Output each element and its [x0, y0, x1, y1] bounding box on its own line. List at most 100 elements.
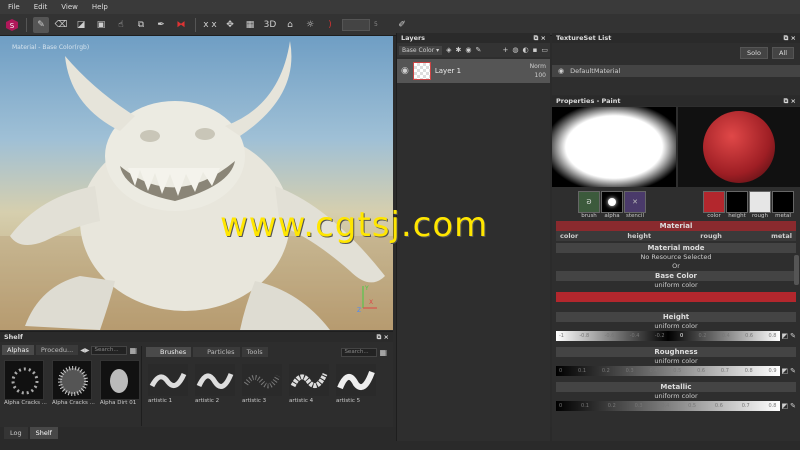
panel-float-icon[interactable]: ⧉ ×: [534, 34, 546, 43]
textureset-item[interactable]: ◉ DefaultMaterial: [552, 65, 800, 77]
tab-shelf[interactable]: Shelf: [29, 427, 58, 439]
projection-icon[interactable]: ◪: [73, 17, 89, 33]
menu-view[interactable]: View: [61, 3, 78, 11]
slider-tick: 0.2: [601, 368, 610, 374]
alpha-item[interactable]: Alpha Dirt 01: [99, 360, 140, 406]
add-mask-icon[interactable]: ◐: [523, 46, 529, 54]
metal-slot[interactable]: metal: [772, 191, 794, 219]
stencil-slot[interactable]: ✕ stencil: [624, 191, 646, 219]
brushes-search-input[interactable]: Search...: [341, 347, 378, 357]
channel-color-toggle[interactable]: color: [560, 232, 578, 240]
add-folder-icon[interactable]: ▪: [533, 46, 538, 54]
add-fill-layer-icon[interactable]: ◍: [512, 46, 518, 54]
menu-help[interactable]: Help: [92, 3, 108, 11]
polygon-fill-icon[interactable]: ▣: [93, 17, 109, 33]
brush-size-stepper[interactable]: 5: [374, 21, 390, 28]
height-swatch: [726, 191, 748, 213]
camera-icon[interactable]: ⌂: [282, 17, 298, 33]
panel-float-icon[interactable]: ⧉ ×: [377, 333, 389, 342]
alpha-item[interactable]: Alpha Cracks ...: [4, 360, 47, 406]
symmetry-icon[interactable]: ⧓: [173, 17, 189, 33]
view-3d-icon[interactable]: 3D: [262, 17, 278, 33]
mirror-x-icon[interactable]: x x: [202, 17, 218, 33]
add-layer-icon[interactable]: +: [503, 46, 509, 54]
brush-item[interactable]: artistic 2: [195, 364, 241, 404]
tab-brushes[interactable]: Brushes: [146, 347, 192, 357]
grid-view-icon[interactable]: ▦: [129, 346, 137, 355]
clone-icon[interactable]: ⧉: [133, 17, 149, 33]
grid-view-icon[interactable]: ▦: [379, 348, 387, 357]
pen-settings-icon[interactable]: ✐: [394, 17, 410, 33]
color-picker-icon[interactable]: ✒: [153, 17, 169, 33]
color-slot[interactable]: color: [703, 191, 725, 219]
slider-tick: 0.6: [714, 403, 723, 409]
layer-name[interactable]: Layer 1: [435, 67, 526, 75]
tab-particles[interactable]: Particles: [193, 347, 240, 357]
slider-tick: 0.4: [649, 368, 658, 374]
roughness-slider[interactable]: 0 0.1 0.2 0.3 0.4 0.5 0.6 0.7 0.8 0.9: [556, 366, 780, 376]
slider-tick: 0.2: [607, 403, 616, 409]
tab-log[interactable]: Log: [4, 427, 28, 439]
delete-layer-icon[interactable]: ▭: [541, 46, 548, 54]
tab-alphas[interactable]: Alphas: [2, 345, 34, 355]
height-slider[interactable]: -1 -0.8 -0.6 -0.4 -0.2 0 0.2 0.4 0.6 0.8: [556, 331, 780, 341]
edit-pen-icon[interactable]: ✎: [790, 402, 796, 410]
edit-pen-icon[interactable]: ✎: [790, 367, 796, 375]
all-button[interactable]: All: [771, 47, 794, 59]
layer-opacity[interactable]: 100: [530, 71, 546, 80]
material-mode-header: Material mode: [556, 243, 796, 253]
brush-size-input[interactable]: [342, 18, 370, 31]
slider-tick: -0.8: [579, 333, 590, 339]
metallic-slider[interactable]: 0 0.1 0.2 0.3 0.4 0.5 0.6 0.7 0.8: [556, 401, 780, 411]
transform-icon[interactable]: ✥: [222, 17, 238, 33]
effects-icon[interactable]: ✱: [456, 46, 462, 54]
scroll-tabs-icon[interactable]: ◀▶: [80, 347, 89, 354]
gradient-icon[interactable]: ◩: [782, 332, 789, 340]
mask-icon[interactable]: ◈: [446, 46, 451, 54]
alphas-search-input[interactable]: Search...: [91, 345, 128, 355]
grid-icon[interactable]: ▦: [242, 17, 258, 33]
paint-icon[interactable]: ✎: [475, 46, 481, 54]
height-slot[interactable]: height: [726, 191, 748, 219]
alpha-slot[interactable]: alpha: [601, 191, 623, 219]
slider-tick: -1: [559, 333, 564, 339]
channel-select[interactable]: Base Color ▾: [399, 45, 443, 55]
layer-blend-mode[interactable]: Norm: [530, 62, 546, 71]
layer-row[interactable]: ◉ Layer 1 Norm 100: [397, 59, 550, 83]
solo-button[interactable]: Solo: [740, 47, 768, 59]
toolbar-separator: [195, 17, 196, 32]
gradient-icon[interactable]: ◩: [782, 367, 789, 375]
channel-rough-toggle[interactable]: rough: [700, 232, 722, 240]
panel-float-icon[interactable]: ⧉ ×: [784, 34, 796, 43]
stencil-empty-icon: ✕: [624, 191, 646, 213]
brush-item[interactable]: artistic 3: [242, 364, 288, 404]
rough-slot[interactable]: rough: [749, 191, 771, 219]
base-color-swatch[interactable]: [556, 292, 796, 302]
channel-height-toggle[interactable]: height: [627, 232, 651, 240]
tab-procedurals[interactable]: Procedu...: [35, 345, 79, 355]
properties-scrollbar[interactable]: [794, 255, 799, 285]
viewport-3d[interactable]: Material - Base Color(rgb) Y X Z: [0, 36, 393, 330]
gradient-icon[interactable]: ◩: [782, 402, 789, 410]
menu-edit[interactable]: Edit: [34, 3, 48, 11]
no-resource-text[interactable]: No Resource Selected: [556, 253, 796, 262]
textureset-header: TextureSet List ⧉ ×: [552, 33, 800, 43]
tab-tools[interactable]: Tools: [241, 347, 268, 357]
brush-item[interactable]: artistic 5: [336, 364, 382, 404]
edit-pen-icon[interactable]: ✎: [790, 332, 796, 340]
radio-icon[interactable]: ◉: [558, 67, 564, 75]
brush-item[interactable]: artistic 4: [289, 364, 335, 404]
eraser-icon[interactable]: ⌫: [53, 17, 69, 33]
brush-slot[interactable]: ᘐ brush: [578, 191, 600, 219]
panel-float-icon[interactable]: ⧉ ×: [784, 97, 796, 106]
paint-brush-icon[interactable]: ✎: [33, 16, 49, 33]
lighting-icon[interactable]: ☼: [302, 17, 318, 33]
brush-item[interactable]: artistic 1: [148, 364, 194, 404]
smudge-icon[interactable]: ☝: [113, 17, 129, 33]
visibility-icon[interactable]: ◉: [401, 66, 409, 76]
channel-metal-toggle[interactable]: metal: [771, 232, 792, 240]
menu-file[interactable]: File: [8, 3, 20, 11]
alpha-item[interactable]: Alpha Cracks ...: [51, 360, 95, 406]
slot-label: rough: [752, 213, 768, 219]
fill-icon[interactable]: ◉: [465, 46, 471, 54]
